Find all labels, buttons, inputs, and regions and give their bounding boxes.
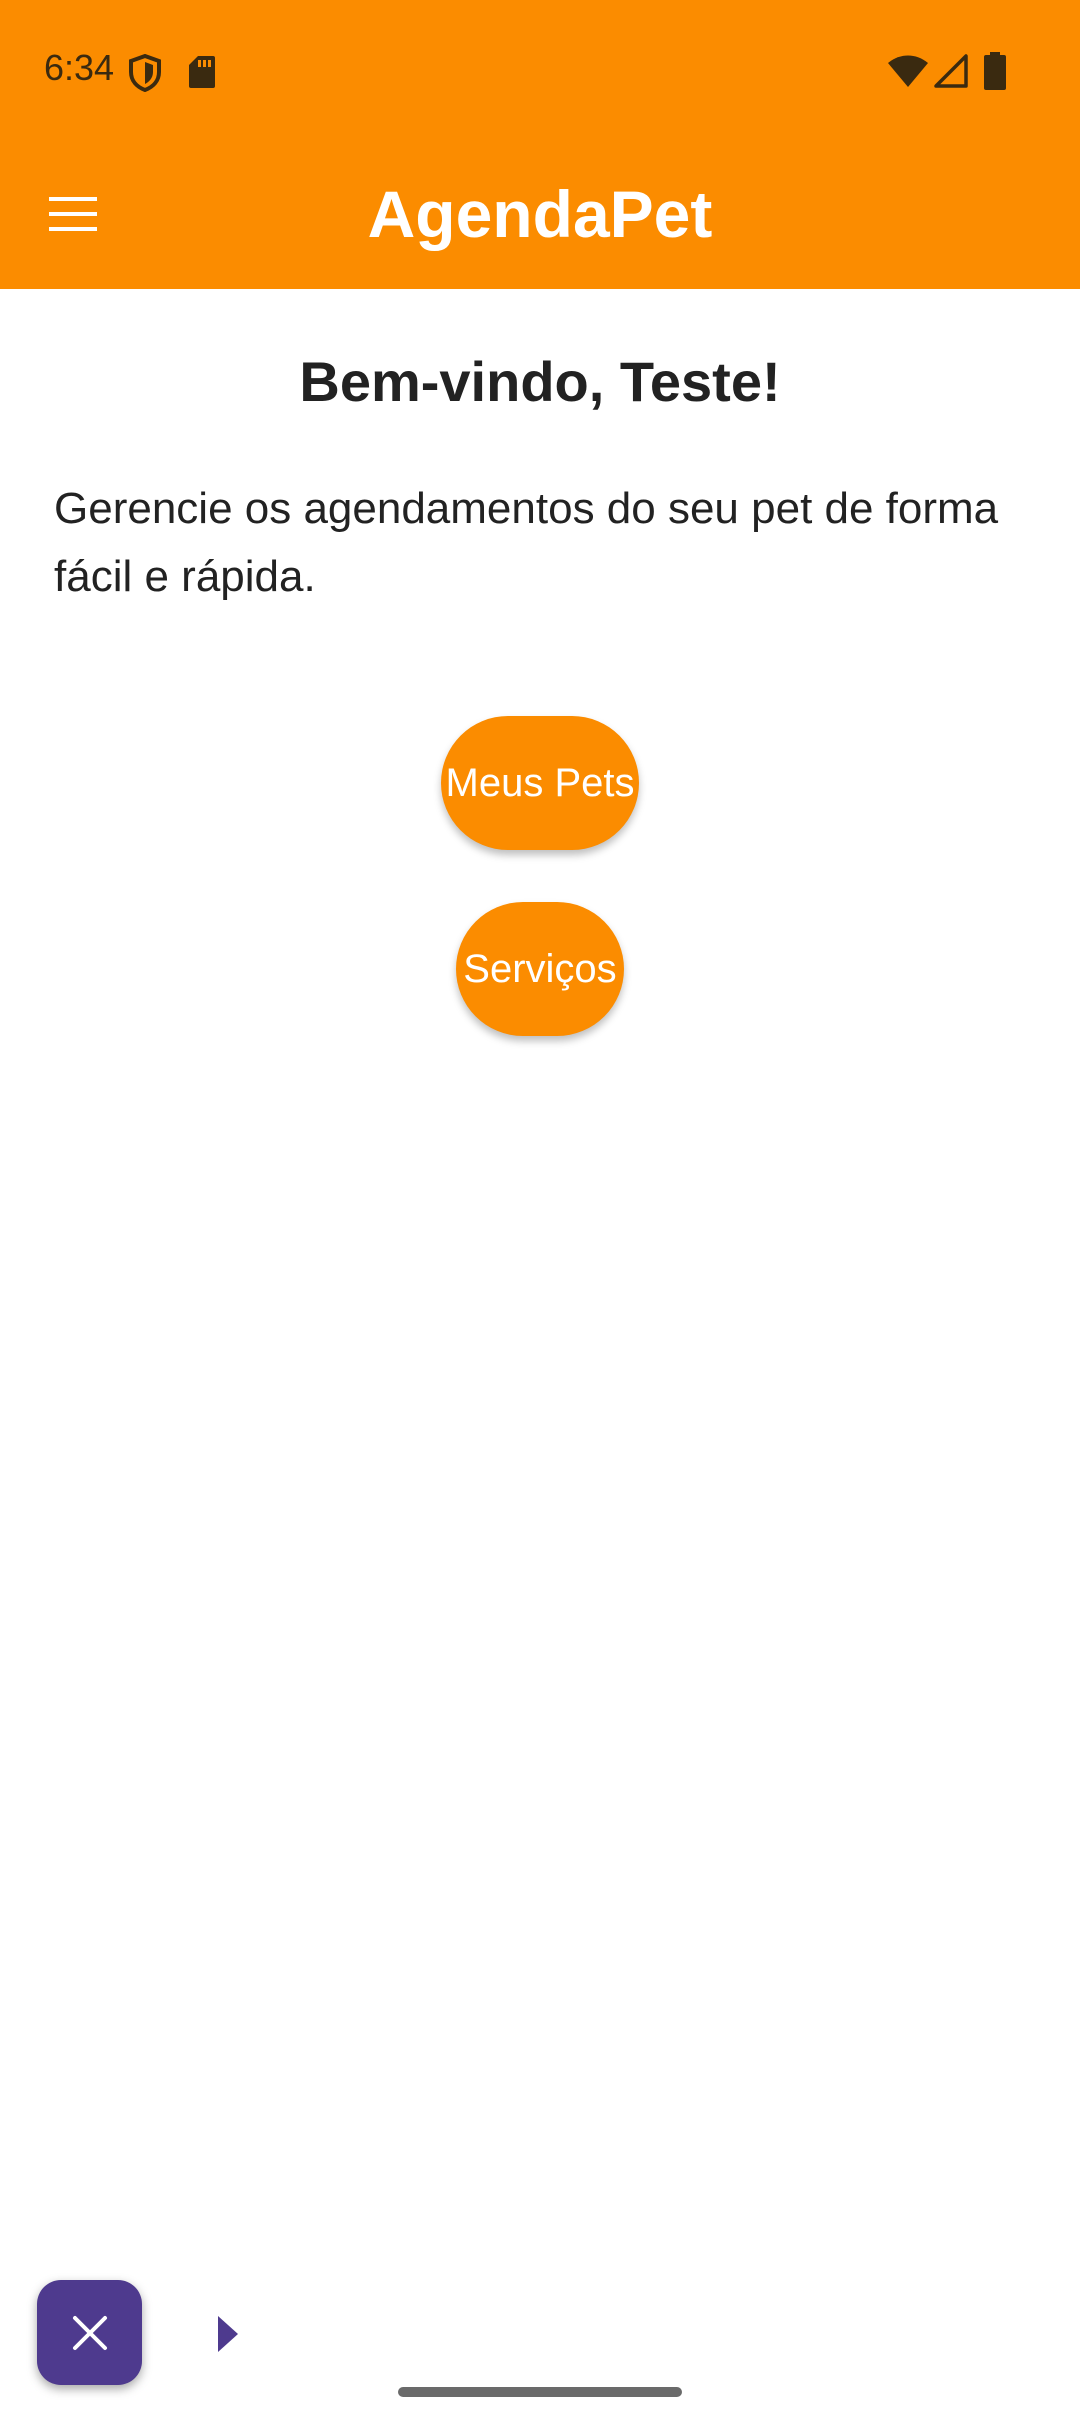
services-button[interactable]: Serviços [456,902,624,1036]
wifi-icon [888,55,928,87]
status-time: 6:34 [44,47,115,88]
home-indicator[interactable] [398,2387,682,2397]
welcome-title: Bem-vindo, Teste! [299,350,781,413]
battery-icon [984,52,1006,90]
my-pets-button[interactable]: Meus Pets [441,716,639,850]
play-arrow-icon[interactable] [218,2316,238,2352]
app-bar: AgendaPet [0,140,1080,289]
close-icon [72,2315,107,2350]
shield-icon [129,54,161,92]
welcome-description: Gerencie os agendamentos do seu pet de f… [54,484,999,601]
app-title: AgendaPet [367,177,713,251]
status-bar: 6:34 [0,0,1080,140]
sd-card-icon [189,56,215,88]
signal-icon [934,54,968,88]
top-bar: 6:34 AgendaPet [0,0,1080,289]
services-button-label: Serviços [463,946,617,991]
close-button[interactable] [37,2280,142,2385]
my-pets-button-label: Meus Pets [445,760,635,805]
